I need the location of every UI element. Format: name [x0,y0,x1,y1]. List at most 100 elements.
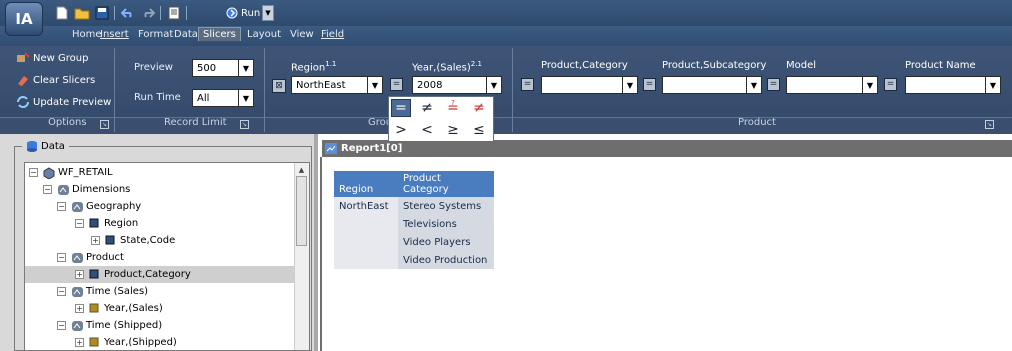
preview-limit-select[interactable]: 500 ▼ [192,59,254,77]
database-icon [27,141,37,152]
menu-view[interactable]: View [290,29,314,40]
tree-node[interactable]: − Time (Shipped) [25,317,309,334]
expand-icon[interactable]: + [91,236,100,245]
scroll-up-icon[interactable]: ▲ [296,165,307,174]
menu-layout[interactable]: Layout [247,29,281,40]
product-category-select[interactable]: ▼ [541,76,638,94]
run-dropdown-button[interactable]: ▼ [262,5,274,21]
options-launcher-icon[interactable]: ↘ [100,120,109,129]
cell-category: Video Production [398,251,494,269]
cell-category: Stereo Systems [398,197,494,215]
operator-not-contains[interactable]: ≠ [469,99,489,117]
hierarchy-icon [57,184,69,195]
collapse-icon[interactable]: − [57,253,66,262]
product-name-select[interactable]: ▼ [905,76,1001,94]
chevron-down-icon: ▼ [862,77,877,93]
date-field-icon [89,303,100,314]
clear-slicers-button[interactable]: Clear Slicers [16,74,95,86]
tree-node[interactable]: − Dimensions [25,181,309,198]
year-header: Year,(Sales)2.1 [412,60,482,74]
refresh-icon [17,96,29,108]
runtime-limit-select[interactable]: All ▼ [192,89,254,107]
tree-node[interactable]: + State,Code [25,232,309,249]
model-operator-button[interactable]: = [767,78,780,91]
collapse-icon[interactable]: − [43,185,52,194]
tree-node-label: Year,(Shipped) [104,337,177,348]
cell-category: Televisions [398,215,494,233]
record-limit-launcher-icon[interactable]: ↘ [240,120,249,129]
category-operator-button[interactable]: = [521,78,534,91]
app-logo[interactable]: IA [5,2,43,36]
tree-node[interactable]: − Product [25,249,309,266]
year-operator-button[interactable]: = [390,78,403,91]
expand-icon[interactable]: + [75,338,84,347]
cell-region [334,251,398,269]
header-product-category: Product Category [398,171,494,197]
print-preview-icon[interactable] [166,5,182,21]
tree-node[interactable]: + Year,(Shipped) [25,334,309,350]
panel-splitter[interactable] [314,134,318,351]
tree-node[interactable]: − WF_RETAIL [25,164,309,181]
tree-node[interactable]: − Region [25,215,309,232]
operator-less-than[interactable]: < [417,121,437,139]
menu-format[interactable]: Format [138,29,173,40]
collapse-icon[interactable]: − [29,168,38,177]
save-icon[interactable] [94,5,110,21]
new-group-icon [17,52,30,62]
menu-field[interactable]: Field [321,29,344,40]
tree-node[interactable]: − Time (Sales) [25,283,309,300]
run-button[interactable]: Run [226,5,260,21]
field-icon [89,269,100,280]
operator-greater-equal[interactable]: ≥ [443,121,463,139]
report-table: Region Product Category NorthEast Stereo… [334,171,494,269]
table-row: Televisions [334,215,494,233]
product-subcategory-select[interactable]: ▼ [662,76,762,94]
operator-equals[interactable]: = [391,99,411,117]
chevron-down-icon: ▼ [622,77,637,93]
collapse-icon[interactable]: − [75,219,84,228]
redo-icon[interactable] [140,5,156,21]
chevron-down-icon: ▼ [238,90,253,106]
menu-home[interactable]: Home [72,29,102,40]
expand-icon[interactable]: + [75,270,84,279]
operator-greater-than[interactable]: > [391,121,411,139]
model-select[interactable]: ▼ [786,76,878,94]
collapse-icon[interactable]: − [57,202,66,211]
group-toggle-icon[interactable]: ⊠ [272,79,286,93]
open-folder-icon[interactable] [74,5,90,21]
report-tab[interactable]: Report1[0] [322,140,1012,157]
new-group-button[interactable]: New Group [16,52,88,64]
collapse-icon[interactable]: − [57,321,66,330]
undo-icon[interactable] [120,5,136,21]
collapse-icon[interactable]: − [57,287,66,296]
hierarchy-icon [71,286,83,297]
model-header: Model [786,60,817,71]
scrollbar-thumb[interactable] [296,176,307,246]
tree-node[interactable]: − Geography [25,198,309,215]
product-name-operator-button[interactable]: = [884,78,897,91]
region-slicer-select[interactable]: NorthEast ▼ [291,76,383,94]
tree-node[interactable]: + Year,(Sales) [25,300,309,317]
table-row: Video Production [334,251,494,269]
report-icon [325,143,337,154]
operator-contains[interactable]: ≟ [443,99,463,117]
menu-slicers[interactable]: Slicers [198,27,241,41]
tree-node-label: Time (Sales) [86,286,149,297]
product-subcategory-header: Product,Subcategory [662,60,767,71]
year-slicer-select[interactable]: 2008 ▼ [412,76,502,94]
update-preview-button[interactable]: Update Preview [16,96,111,108]
menu-data[interactable]: Data [174,29,198,40]
subcategory-operator-button[interactable]: = [643,78,656,91]
cube-icon [43,167,55,180]
new-document-icon[interactable] [54,5,70,21]
table-row: Video Players [334,233,494,251]
expand-icon[interactable]: + [75,304,84,313]
options-group-label: Options [48,117,87,128]
tree-node-label: WF_RETAIL [58,167,113,178]
menu-insert[interactable]: Insert [100,29,129,40]
tree-node[interactable]: + Product,Category [25,266,309,283]
operator-less-equal[interactable]: ≤ [469,121,489,139]
operator-not-equals[interactable]: ≠ [417,99,437,117]
product-launcher-icon[interactable]: ↘ [985,120,994,129]
data-tab[interactable]: Data [22,139,69,153]
